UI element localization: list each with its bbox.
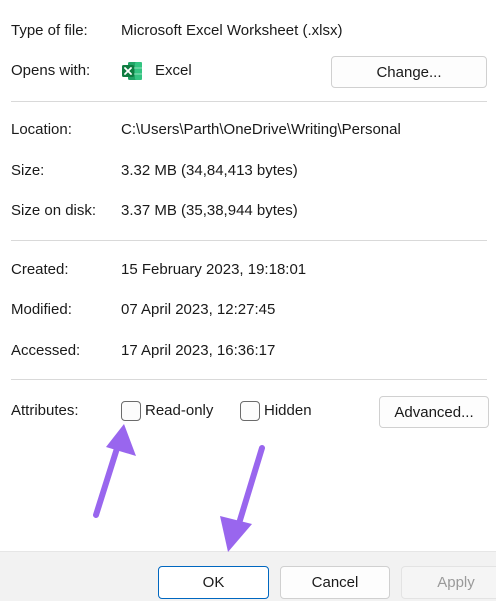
size-on-disk-label: Size on disk: xyxy=(11,202,97,219)
location-value: C:\Users\Parth\OneDrive\Writing\Personal xyxy=(121,121,401,138)
location-label: Location: xyxy=(11,121,72,138)
type-of-file-value: Microsoft Excel Worksheet (.xlsx) xyxy=(121,22,343,39)
read-only-checkbox[interactable] xyxy=(121,401,141,421)
accessed-value: 17 April 2023, 16:36:17 xyxy=(121,342,276,359)
size-on-disk-value: 3.37 MB (35,38,944 bytes) xyxy=(121,202,298,219)
accessed-row: Accessed: 17 April 2023, 16:36:17 xyxy=(0,339,496,363)
excel-icon xyxy=(121,61,143,81)
opens-with-label: Opens with: xyxy=(11,62,91,79)
read-only-label[interactable]: Read-only xyxy=(145,399,213,423)
advanced-button[interactable]: Advanced... xyxy=(379,396,489,428)
ok-button[interactable]: OK xyxy=(158,566,269,599)
size-on-disk-row: Size on disk: 3.37 MB (35,38,944 bytes) xyxy=(0,199,496,223)
divider-2 xyxy=(11,240,487,241)
file-properties-dialog: Type of file: Microsoft Excel Worksheet … xyxy=(0,0,496,601)
size-value: 3.32 MB (34,84,413 bytes) xyxy=(121,162,298,179)
location-row: Location: C:\Users\Parth\OneDrive\Writin… xyxy=(0,118,496,142)
created-row: Created: 15 February 2023, 19:18:01 xyxy=(0,258,496,282)
dialog-footer: OK Cancel Apply xyxy=(0,551,496,601)
cancel-button[interactable]: Cancel xyxy=(280,566,390,599)
size-row: Size: 3.32 MB (34,84,413 bytes) xyxy=(0,159,496,183)
hidden-checkbox[interactable] xyxy=(240,401,260,421)
type-of-file-label: Type of file: xyxy=(11,22,88,39)
annotation-arrow-icon xyxy=(93,424,136,518)
size-label: Size: xyxy=(11,162,45,179)
annotation-arrow-icon xyxy=(220,445,265,552)
attributes-label: Attributes: xyxy=(11,402,79,419)
type-of-file-row: Type of file: Microsoft Excel Worksheet … xyxy=(0,19,496,43)
change-button[interactable]: Change... xyxy=(331,56,487,88)
modified-label: Modified: xyxy=(11,301,72,318)
apply-button[interactable]: Apply xyxy=(401,566,496,599)
created-value: 15 February 2023, 19:18:01 xyxy=(121,261,307,278)
hidden-label[interactable]: Hidden xyxy=(264,399,312,423)
divider-1 xyxy=(11,101,487,102)
modified-row: Modified: 07 April 2023, 12:27:45 xyxy=(0,298,496,322)
created-label: Created: xyxy=(11,261,69,278)
divider-3 xyxy=(11,379,487,380)
modified-value: 07 April 2023, 12:27:45 xyxy=(121,301,276,318)
opens-with-app-name: Excel xyxy=(155,62,192,79)
accessed-label: Accessed: xyxy=(11,342,81,359)
